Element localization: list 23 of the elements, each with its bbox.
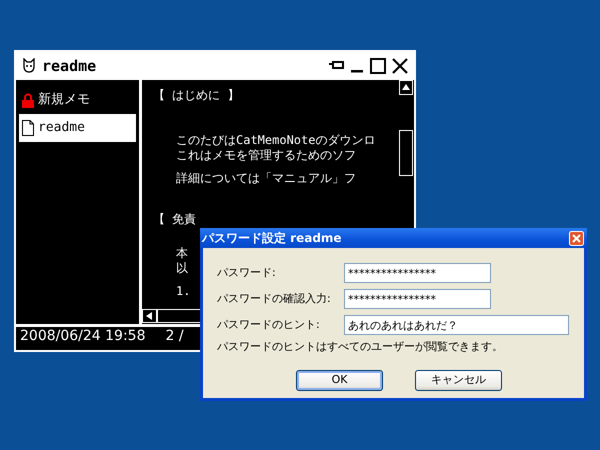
cancel-button[interactable]: キャンセル bbox=[415, 370, 502, 390]
ok-button[interactable]: OK bbox=[296, 370, 383, 390]
dialog-title: パスワード設定 readme bbox=[202, 230, 342, 247]
password-field[interactable]: **************** bbox=[344, 263, 491, 283]
window-title: readme bbox=[42, 56, 96, 77]
sidebar-item[interactable]: readme bbox=[19, 114, 136, 142]
field-label: パスワード: bbox=[217, 264, 277, 281]
sidebar-item[interactable]: 新規メモ bbox=[19, 86, 136, 114]
close-icon[interactable] bbox=[392, 58, 408, 74]
cat-icon bbox=[22, 58, 36, 74]
hint-field[interactable]: あれのあれはあれだ？ bbox=[344, 315, 569, 335]
document-icon bbox=[22, 120, 34, 136]
status-page: 2 / bbox=[166, 327, 184, 346]
scroll-up-icon[interactable] bbox=[399, 80, 413, 95]
maximize-icon[interactable] bbox=[370, 58, 386, 74]
field-label: パスワードのヒント: bbox=[217, 316, 321, 333]
info-text: パスワードのヒントはすべてのユーザーが閲覧できます。 bbox=[217, 339, 504, 355]
field-label: パスワードの確認入力: bbox=[217, 290, 332, 307]
password-field[interactable]: **************** bbox=[344, 289, 491, 309]
scrollbar-thumb[interactable] bbox=[399, 130, 413, 176]
scroll-left-icon[interactable] bbox=[142, 309, 157, 323]
status-datetime: 2008/06/24 19:58 bbox=[20, 327, 146, 346]
lock-icon bbox=[22, 92, 34, 108]
